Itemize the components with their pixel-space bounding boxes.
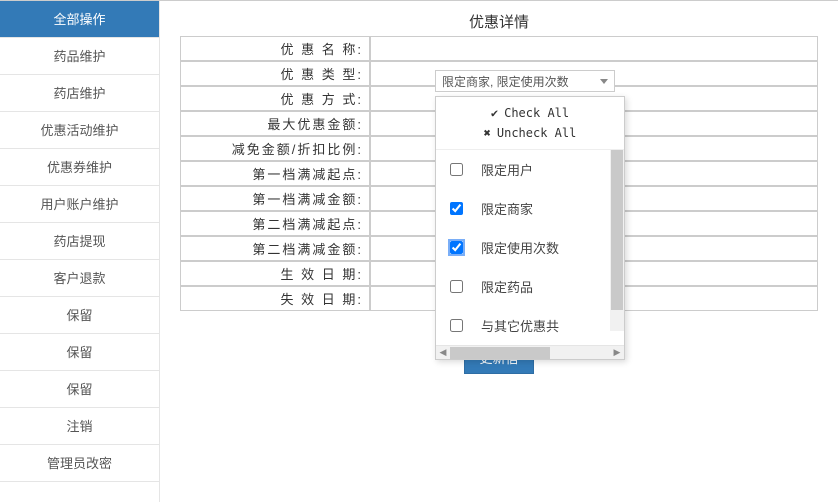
dropdown-checkbox-0[interactable] xyxy=(450,163,463,176)
sidebar-item-12[interactable]: 管理员改密 xyxy=(0,445,159,482)
sidebar-item-0[interactable]: 全部操作 xyxy=(0,1,159,38)
dropdown-option-2[interactable]: 限定使用次数 xyxy=(436,228,610,267)
form-label-4: 减免金额/折扣比例: xyxy=(180,136,370,161)
dropdown-option-4[interactable]: 与其它优惠共 xyxy=(436,306,610,345)
sidebar: 全部操作药品维护药店维护优惠活动维护优惠券维护用户账户维护药店提现客户退款保留保… xyxy=(0,1,160,502)
scrollbar-horizontal[interactable]: ◀ ▶ xyxy=(436,345,624,359)
scrollbar-vertical[interactable] xyxy=(610,150,624,331)
check-icon xyxy=(491,106,504,120)
dropdown-checkbox-4[interactable] xyxy=(450,319,463,332)
dropdown-option-1[interactable]: 限定商家 xyxy=(436,189,610,228)
dropdown-option-label: 限定商家 xyxy=(481,199,533,218)
sidebar-item-2[interactable]: 药店维护 xyxy=(0,75,159,112)
type-combo-value: 限定商家, 限定使用次数 xyxy=(442,75,569,89)
dropdown-checkbox-3[interactable] xyxy=(450,280,463,293)
close-icon xyxy=(484,126,497,140)
dropdown-header: Check All Uncheck All xyxy=(436,97,624,150)
type-dropdown-panel: Check All Uncheck All 限定用户限定商家限定使用次数限定药品… xyxy=(435,96,625,360)
scroll-right-icon[interactable]: ▶ xyxy=(610,346,624,360)
scrollbar-thumb-h[interactable] xyxy=(450,347,550,359)
form-label-3: 最大优惠金额: xyxy=(180,111,370,136)
sidebar-item-7[interactable]: 客户退款 xyxy=(0,260,159,297)
dropdown-option-0[interactable]: 限定用户 xyxy=(436,150,610,189)
chevron-down-icon xyxy=(600,79,608,84)
dropdown-checkbox-2[interactable] xyxy=(450,241,463,254)
sidebar-item-1[interactable]: 药品维护 xyxy=(0,38,159,75)
sidebar-item-9[interactable]: 保留 xyxy=(0,334,159,371)
sidebar-item-4[interactable]: 优惠券维护 xyxy=(0,149,159,186)
page-title: 优惠详情 xyxy=(180,11,818,32)
form-label-7: 第二档满减起点: xyxy=(180,211,370,236)
sidebar-item-3[interactable]: 优惠活动维护 xyxy=(0,112,159,149)
form-label-2: 优 惠 方 式: xyxy=(180,86,370,111)
form-label-6: 第一档满减金额: xyxy=(180,186,370,211)
form-label-1: 优 惠 类 型: xyxy=(180,61,370,86)
scroll-left-icon[interactable]: ◀ xyxy=(436,346,450,360)
sidebar-item-10[interactable]: 保留 xyxy=(0,371,159,408)
dropdown-option-label: 限定用户 xyxy=(481,160,533,179)
main-panel: 优惠详情 优 惠 名 称:优 惠 类 型:优 惠 方 式:最大优惠金额:减免金额… xyxy=(160,1,838,502)
type-combo[interactable]: 限定商家, 限定使用次数 xyxy=(435,70,615,92)
form-label-9: 生 效 日 期: xyxy=(180,261,370,286)
form-label-0: 优 惠 名 称: xyxy=(180,36,370,61)
dropdown-option-label: 限定药品 xyxy=(481,277,533,296)
form-field-0[interactable] xyxy=(370,36,818,61)
dropdown-body: 限定用户限定商家限定使用次数限定药品与其它优惠共 xyxy=(436,150,624,345)
dropdown-checkbox-1[interactable] xyxy=(450,202,463,215)
sidebar-item-8[interactable]: 保留 xyxy=(0,297,159,334)
form-label-10: 失 效 日 期: xyxy=(180,286,370,311)
dropdown-option-label: 限定使用次数 xyxy=(481,238,559,257)
dropdown-option-3[interactable]: 限定药品 xyxy=(436,267,610,306)
sidebar-item-6[interactable]: 药店提现 xyxy=(0,223,159,260)
sidebar-item-11[interactable]: 注销 xyxy=(0,408,159,445)
uncheck-all-button[interactable]: Uncheck All xyxy=(436,123,624,143)
sidebar-item-5[interactable]: 用户账户维护 xyxy=(0,186,159,223)
scrollbar-thumb-v[interactable] xyxy=(611,150,623,310)
dropdown-option-label: 与其它优惠共 xyxy=(481,316,559,335)
form-label-8: 第二档满减金额: xyxy=(180,236,370,261)
form-label-5: 第一档满减起点: xyxy=(180,161,370,186)
check-all-button[interactable]: Check All xyxy=(436,103,624,123)
